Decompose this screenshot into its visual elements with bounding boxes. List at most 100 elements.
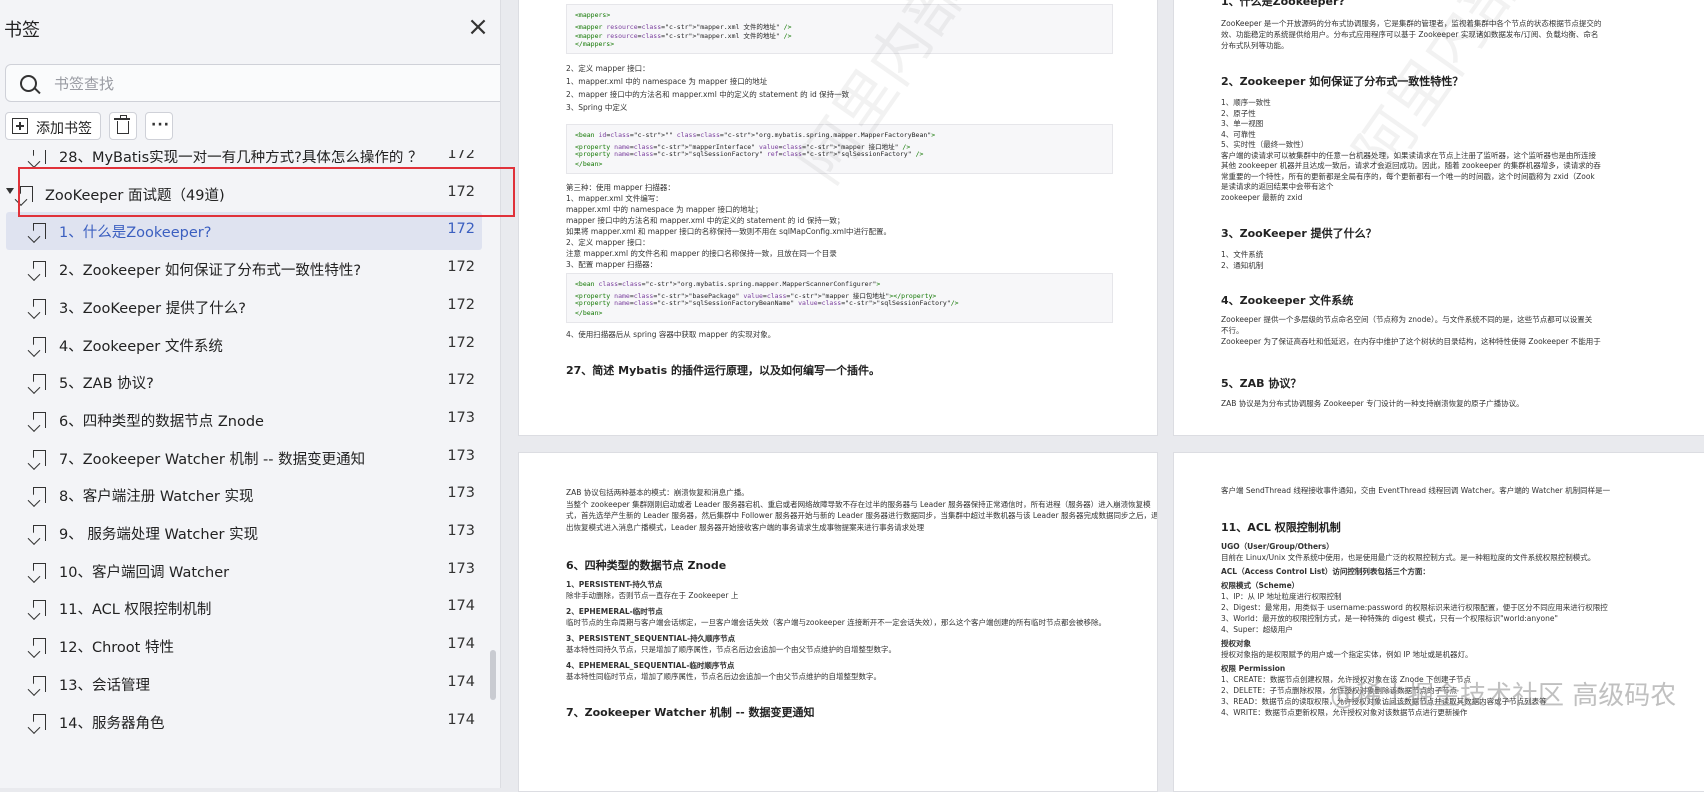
bookmark-label: 9、 服务端处理 Watcher 实现 [59, 527, 259, 543]
section-heading: 7、Zookeeper Watcher 机制 -- 数据变更通知 [566, 706, 815, 719]
bookmark-icon [33, 411, 46, 428]
text-line: Zookeeper 为了保证高吞吐和低延迟，在内存中维护了这个树状的目录结构，这… [1221, 337, 1601, 346]
code-line: <property name=class="c-str">"basePackag… [575, 291, 937, 300]
text-line: 权限模式（Scheme） [1221, 581, 1300, 590]
bookmark-item[interactable]: 11、ACL 权限控制机制 174 [0, 589, 500, 627]
text-line: 2、Digest：最常用，用类似于 username:password 的权限标… [1221, 603, 1608, 612]
code-block: <bean id=class="c-str">"" class=class="c… [566, 124, 1113, 174]
code-line: <bean id=class="c-str">"" class=class="c… [575, 131, 936, 139]
bookmark-item[interactable]: 4、Zookeeper 文件系统 172 [0, 326, 500, 364]
text-line: 目前在 Linux/Unix 文件系统中使用，也是使用最广泛的权限控制方式。是一… [1221, 553, 1596, 562]
bookmark-label: 2、Zookeeper 如何保证了分布式一致性特性? [59, 263, 362, 280]
bookmark-label: 10、客户端回调 Watcher [59, 564, 230, 581]
delete-bookmark-button[interactable] [109, 112, 137, 140]
text-line: 授权对象 [1221, 639, 1251, 648]
code-line: </bean> [575, 159, 603, 168]
node-type-description: 临时节点的生命周期与客户端会话绑定，一旦客户端会话失效（客户端与zookeepe… [566, 618, 1107, 627]
bookmark-item[interactable]: 5、ZAB 协议? 172 [0, 363, 500, 401]
more-icon: ··· [151, 117, 170, 133]
bookmark-icon [33, 298, 46, 315]
bookmark-item[interactable]: 14、服务器角色 174 [0, 703, 500, 741]
bookmark-icon [33, 150, 46, 164]
text-line: mapper.xml 中的 namespace 为 mapper 接口的地址； [566, 205, 763, 214]
bookmark-page-number: 174 [447, 636, 475, 653]
section-heading: 1、什么是Zookeeper? [1221, 0, 1345, 8]
text-line: 3、Spring 中定义 [566, 103, 628, 112]
section-heading: 3、ZooKeeper 提供了什么？ [1221, 227, 1377, 240]
text-line: 不行。 [1221, 326, 1244, 335]
document-page: ZAB 协议包括两种基本的模式：崩溃恢复和消息广播。 当整个 zookeeper … [518, 452, 1158, 792]
bookmark-sidebar: 书签 × 添加书签 ··· 28、MyBatis实现一对一有几种方式?具体怎么操… [0, 0, 501, 788]
add-bookmark-label: 添加书签 [36, 121, 92, 137]
close-icon[interactable]: × [466, 14, 490, 40]
text-line: 权限 Permission [1221, 664, 1286, 673]
node-type-description: 基本特性同持久节点，只是增加了顺序属性，节点名后边会追加一个由父节点维护的自增整… [566, 645, 896, 654]
bookmark-item[interactable]: 8、客户端注册 Watcher 实现 173 [0, 476, 500, 514]
bookmark-page-number: 173 [447, 447, 475, 464]
section-heading: 4、Zookeeper 文件系统 [1221, 294, 1354, 307]
text-line: ACL（Access Control List）访问控制列表包括三个方面： [1221, 567, 1430, 576]
document-page: 客户端 SendThread 线程接收事件通知，交由 EventThread 线… [1173, 452, 1704, 792]
bookmark-icon [33, 449, 46, 466]
more-options-button[interactable]: ··· [145, 112, 173, 140]
bookmark-icon [33, 261, 46, 278]
bookmark-item[interactable]: 7、Zookeeper Watcher 机制 -- 数据变更通知 173 [0, 439, 500, 477]
document-page: 1、什么是Zookeeper? ZooKeeper 是一个开放源码的分布式协调服… [1173, 0, 1704, 436]
search-icon [20, 75, 37, 92]
bookmark-label: 8、客户端注册 Watcher 实现 [59, 489, 254, 506]
bookmark-item[interactable]: 3、ZooKeeper 提供了什么? 172 [0, 288, 500, 326]
trash-icon [114, 115, 130, 134]
document-page: <mappers> <mapper resource=class="c-str">… [518, 0, 1158, 436]
bookmark-search-box[interactable] [5, 64, 500, 102]
text-line: 3、单一视图 [1221, 119, 1264, 128]
bookmark-page-number: 173 [447, 523, 475, 539]
node-type-description: 除非手动删除，否则节点一直存在于 Zookeeper 上 [566, 591, 739, 600]
bookmark-icon [33, 713, 46, 730]
bookmark-item[interactable]: 13、会话管理 174 [0, 665, 500, 703]
text-line: 4、使用扫描器后从 spring 容器中获取 mapper 的实现对象。 [566, 330, 776, 339]
bookmark-search-input[interactable] [52, 71, 476, 97]
code-line: <mapper resource=class="c-str">"mapper.x… [575, 22, 792, 31]
bookmark-icon [33, 525, 46, 541]
text-line: 分布式队列等功能。 [1221, 41, 1289, 50]
bookmark-page-number: 172 [447, 296, 475, 313]
section-heading: 6、四种类型的数据节点 Znode [566, 559, 727, 572]
node-type-title: 2、EPHEMERAL-临时节点 [566, 607, 663, 616]
bookmark-label: 5、ZAB 协议? [59, 376, 154, 393]
bookmark-icon [33, 675, 46, 692]
bookmark-item[interactable]: 10、客户端回调 Watcher 173 [0, 552, 500, 590]
text-line: 注意 mapper.xml 的文件名和 mapper 的接口名称保持一致，且放在… [566, 249, 837, 258]
add-bookmark-button[interactable]: 添加书签 [5, 112, 101, 140]
watermark-text: @稀土掘金技术社区 高级码农 [1330, 681, 1677, 711]
bookmark-label: 14、服务器角色 [59, 715, 165, 732]
text-line: 客户端 SendThread 线程接收事件通知，交由 EventThread 线… [1221, 486, 1611, 495]
bookmark-item[interactable]: 1、什么是Zookeeper? 172 [0, 212, 500, 251]
sidebar-scrollbar[interactable] [490, 650, 496, 700]
add-bookmark-icon [12, 118, 28, 134]
bookmark-list: 28、MyBatis实现一对一有几种方式?具体怎么操作的 ？ 172 ZooKeep… [0, 150, 500, 788]
text-line: 2、定义 mapper 接口： [566, 238, 650, 247]
bookmark-page-number: 172 [447, 150, 475, 162]
text-line: 出恢复模式进入消息广播模式，Leader 服务器开始接收客户端的事务请求生成事物… [566, 522, 925, 532]
bookmark-item[interactable]: 2、Zookeeper 如何保证了分布式一致性特性? 172 [0, 250, 500, 288]
bookmark-icon [33, 374, 46, 391]
collapse-caret-icon[interactable] [6, 187, 14, 194]
bookmark-icon [33, 336, 46, 353]
node-type-description: 基本特性同临时节点，增加了顺序属性，节点名后边会追加一个由父节点维护的自增整型数… [566, 672, 881, 681]
bookmark-icon [33, 223, 46, 240]
sidebar-header: 书签 × [0, 0, 500, 56]
bookmark-item[interactable]: 6、四种类型的数据节点 Znode 173 [0, 401, 500, 439]
text-line: UGO（User/Group/Others） [1221, 542, 1334, 551]
bookmark-label: 1、什么是Zookeeper? [59, 225, 212, 242]
sidebar-title: 书签 [4, 20, 40, 41]
bookmark-label: 13、会话管理 [59, 677, 150, 694]
text-line: 1、mapper.xml 文件编写： [566, 194, 663, 203]
bookmark-item[interactable]: 12、Chroot 特性 174 [0, 627, 500, 665]
code-line: <property name=class="c-str">"sqlSession… [575, 150, 924, 158]
section-heading: 2、Zookeeper 如何保证了分布式一致性特性？ [1221, 75, 1464, 88]
node-type-title: 1、PERSISTENT-持久节点 [566, 580, 663, 589]
text-line: 4、可靠性 [1221, 129, 1256, 139]
bookmark-page-number: 172 [447, 334, 475, 351]
bookmark-item[interactable]: 9、 服务端处理 Watcher 实现 173 [0, 514, 500, 552]
text-line: 2、定义 mapper 接口： [566, 64, 650, 73]
